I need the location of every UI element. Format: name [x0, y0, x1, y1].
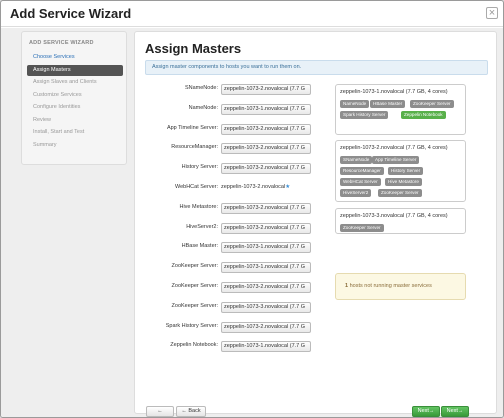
modal-header: Add Service Wizard ×	[1, 1, 503, 27]
component-label: ZooKeeper Server:	[171, 283, 218, 289]
component-badge: Spark History Server	[340, 111, 389, 119]
host-select[interactable]: zeppelin-1073-2.novalocal (7.7 G	[221, 123, 311, 135]
wizard-modal: Add Service Wizard × ADD SERVICE WIZARD …	[0, 0, 504, 418]
host-panel-title: zeppelin-1073-3.novalocal (7.7 GB, 4 cor…	[340, 213, 448, 219]
component-badge: ZooKeeper Server	[340, 224, 384, 232]
component-badge: History Server	[388, 167, 424, 175]
component-label: NameNode:	[188, 104, 218, 111]
host-select[interactable]: zeppelin-1073-2.novalocal (7.7 G	[221, 163, 311, 175]
back-button-secondary[interactable]: ← Back	[176, 406, 206, 417]
info-star-icon: ★	[285, 184, 291, 190]
host-select[interactable]: zeppelin-1073-1.novalocal (7.7 G	[221, 103, 311, 115]
component-label: HBase Master:	[181, 243, 218, 250]
component-badge: WebHCat Server	[340, 178, 381, 186]
host-select[interactable]: zeppelin-1073-2.novalocal (7.7 G	[221, 282, 311, 293]
host-select[interactable]: zeppelin-1073-1.novalocal (7.7 G	[221, 341, 311, 353]
component-label: ZooKeeper Server:	[171, 302, 218, 309]
component-label: SNameNode:	[184, 85, 218, 91]
component-label: HiveServer2:	[186, 223, 218, 230]
sidebar-item-summary: Summary	[33, 141, 57, 148]
modal-body: ADD SERVICE WIZARD Choose Services Assign…	[1, 28, 503, 417]
component-badge: App Timeline Server	[372, 156, 420, 164]
host-panel: zeppelin-1073-1.novalocal (7.7 GB, 4 cor…	[335, 84, 466, 135]
sidebar-title: ADD SERVICE WIZARD	[29, 40, 94, 46]
component-badge: SNameNode	[340, 156, 373, 164]
component-label: Zeppelin Notebook:	[170, 342, 218, 349]
unassigned-hosts-warning: 1 hosts not running master services	[335, 273, 466, 300]
component-label: Hive Metastore:	[179, 203, 218, 210]
static-host-text: zeppelin-1073-2.novalocal	[221, 184, 286, 190]
host-select[interactable]: zeppelin-1073-2.novalocal (7.7 G	[221, 202, 311, 214]
modal-title: Add Service Wizard	[10, 6, 132, 21]
host-select[interactable]: zeppelin-1073-2.novalocal (7.7 G	[221, 143, 311, 155]
back-button[interactable]: ← Back	[146, 406, 174, 417]
host-select[interactable]: zeppelin-1073-1.novalocal (7.7 G	[221, 242, 311, 254]
page-title: Assign Masters	[145, 41, 242, 56]
component-label: ZooKeeper Server:	[171, 263, 218, 270]
component-badge: Zeppelin Notebook	[401, 111, 446, 119]
component-badge: HiveServer2	[340, 189, 372, 197]
sidebar-item-customize-services: Customize Services	[33, 91, 82, 98]
sidebar-item-review: Review	[33, 116, 52, 123]
component-label: Spark History Server:	[165, 322, 218, 329]
host-select[interactable]: zeppelin-1073-2.novalocal (7.7 G	[221, 321, 311, 333]
next-button-secondary[interactable]: Next→	[441, 406, 469, 417]
host-select[interactable]: zeppelin-1073-2.novalocal (7.7 G	[221, 222, 311, 234]
host-select[interactable]: zeppelin-1073-3.novalocal (7.7 G	[221, 301, 311, 313]
component-badge: HBase Master	[370, 100, 406, 108]
component-label: App Timeline Server:	[166, 124, 218, 131]
warning-text: hosts not running master services	[348, 283, 432, 289]
component-label: ResourceManager:	[171, 144, 218, 151]
sidebar-item-configure-identities: Configure Identities	[33, 104, 81, 110]
wizard-sidebar: ADD SERVICE WIZARD Choose Services Assign…	[21, 31, 127, 165]
static-host-value: zeppelin-1073-2.novalocal★	[221, 184, 290, 190]
close-button[interactable]: ×	[486, 7, 498, 19]
host-select[interactable]: zeppelin-1073-1.novalocal (7.7 G	[221, 262, 311, 274]
sidebar-item-assign-masters[interactable]: Assign Masters	[27, 64, 123, 76]
host-panel-title: zeppelin-1073-1.novalocal (7.7 GB, 4 cor…	[340, 89, 448, 95]
next-button[interactable]: Next→	[412, 406, 440, 417]
host-panel-title: zeppelin-1073-2.novalocal (7.7 GB, 4 cor…	[340, 145, 448, 151]
info-alert: Assign master components to hosts you wa…	[145, 60, 488, 75]
component-badge: ZooKeeper Server	[378, 189, 422, 197]
component-badge: ZooKeeper Server	[410, 100, 454, 108]
component-badge: ResourceManager	[340, 167, 384, 175]
sidebar-item-install-start-and-test: Install, Start and Test	[33, 129, 85, 135]
main-content: Assign Masters Assign master components …	[134, 31, 497, 417]
component-badge: Hive Metastore	[385, 178, 422, 186]
host-select[interactable]: zeppelin-1073-2.novalocal (7.7 G	[221, 84, 311, 95]
component-badge: NameNode	[340, 100, 370, 108]
host-panel: zeppelin-1073-3.novalocal (7.7 GB, 4 cor…	[335, 208, 466, 234]
sidebar-item-assign-slaves-and-clients: Assign Slaves and Clients	[33, 79, 97, 85]
component-label: History Server:	[181, 164, 218, 171]
host-panel: zeppelin-1073-2.novalocal (7.7 GB, 4 cor…	[335, 140, 466, 202]
component-label: WebHCat Server:	[175, 184, 218, 190]
sidebar-item-choose-services[interactable]: Choose Services	[27, 52, 123, 63]
